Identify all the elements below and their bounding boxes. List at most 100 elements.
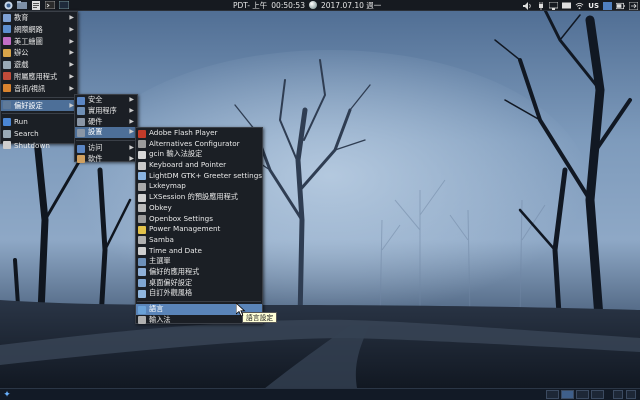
menu-item-clock[interactable]: Time and Date bbox=[136, 246, 262, 257]
menu-item-accessories[interactable]: 附屬應用程式 ▶ bbox=[1, 71, 77, 83]
menu-item-search[interactable]: Search bbox=[1, 128, 77, 140]
power-plug-icon[interactable] bbox=[536, 1, 545, 10]
flash-icon bbox=[138, 129, 146, 138]
menu-item-hardware[interactable]: 硬件 ▶ bbox=[75, 117, 137, 128]
menu-item-gcin[interactable]: gcin 輸入法設定 bbox=[136, 149, 262, 160]
menu-item-power[interactable]: Power Management bbox=[136, 224, 262, 235]
menu-item-label: Alternatives Configurator bbox=[149, 138, 240, 148]
menu-item-software[interactable]: 軟件 ▶ bbox=[75, 154, 137, 165]
graphics-icon bbox=[3, 37, 11, 46]
start-menu-icon[interactable]: ✦ bbox=[2, 390, 12, 400]
menu-item-label: 實用程序 bbox=[88, 105, 117, 115]
preferences-icon bbox=[3, 101, 11, 110]
run-icon bbox=[3, 117, 11, 126]
menu-item-label: 访问 bbox=[88, 143, 103, 153]
menu-item-multimedia[interactable]: 音訊/視訊 ▶ bbox=[1, 83, 77, 95]
internet-icon bbox=[3, 25, 11, 34]
menu-separator bbox=[137, 301, 261, 302]
menu-item-label: Search bbox=[14, 129, 39, 139]
menu-item-flash[interactable]: Adobe Flash Player bbox=[136, 128, 262, 139]
terminal-icon[interactable] bbox=[44, 0, 56, 10]
submenu-arrow-icon: ▶ bbox=[69, 14, 74, 21]
submenu-arrow-icon: ▶ bbox=[129, 154, 134, 162]
keyboard-icon bbox=[138, 161, 146, 170]
menu-item-security[interactable]: 安全 ▶ bbox=[75, 95, 137, 106]
volume-icon[interactable] bbox=[523, 1, 532, 10]
workspace-2[interactable] bbox=[561, 390, 574, 399]
menu-item-label: LightDM GTK+ Greeter settings bbox=[149, 170, 263, 180]
network-icon[interactable] bbox=[549, 1, 559, 10]
battery-icon[interactable] bbox=[616, 2, 625, 10]
clock-period-label: PDT- 上午 bbox=[233, 1, 268, 10]
menu-item-label: Openbox Settings bbox=[149, 213, 213, 223]
submenu-arrow-icon: ▶ bbox=[129, 96, 134, 103]
submenu-arrow-icon: ▶ bbox=[69, 72, 74, 80]
desktop-toggle-icon[interactable] bbox=[58, 0, 70, 10]
menu-item-graphics[interactable]: 美工繪圖 ▶ bbox=[1, 36, 77, 48]
gcin-icon bbox=[138, 150, 146, 159]
menu-item-lightdm[interactable]: LightDM GTK+ Greeter settings bbox=[136, 171, 262, 182]
menu-item-access[interactable]: 访问 ▶ bbox=[75, 143, 137, 154]
system-tray: US bbox=[523, 0, 638, 11]
clock-time: 00:50:53 bbox=[271, 1, 305, 10]
menu-item-alternatives[interactable]: Alternatives Configurator bbox=[136, 139, 262, 150]
menu-separator bbox=[76, 140, 136, 142]
menu-item-preferred-apps[interactable]: 偏好的應用程式 bbox=[136, 267, 262, 278]
preferred-apps-icon bbox=[138, 268, 146, 277]
keyboard-layout-indicator[interactable]: US bbox=[588, 2, 599, 10]
menu-item-education[interactable]: 教育 ▶ bbox=[1, 12, 77, 24]
text-editor-icon[interactable] bbox=[30, 0, 42, 10]
app-icon[interactable] bbox=[603, 1, 612, 10]
submenu-arrow-icon: ▶ bbox=[69, 37, 74, 45]
panel-clock[interactable]: PDT- 上午 00:50:53 2017.07.10 週一 bbox=[233, 0, 385, 11]
menu-item-label: Adobe Flash Player bbox=[149, 128, 218, 137]
logout-icon[interactable] bbox=[629, 1, 638, 10]
menu-item-utilities[interactable]: 實用程序 ▶ bbox=[75, 106, 137, 117]
menu-item-openbox[interactable]: Openbox Settings bbox=[136, 214, 262, 225]
menu-item-label: 語言 bbox=[149, 304, 164, 313]
show-desktop-icon[interactable] bbox=[613, 390, 623, 399]
workspace-1[interactable] bbox=[546, 390, 559, 399]
menu-item-label: 設置 bbox=[88, 127, 103, 137]
menu-item-preferences[interactable]: 偏好設定 ▶ bbox=[1, 99, 77, 112]
mouse-cursor-icon bbox=[236, 303, 246, 317]
menu-item-label: LXSession 的預設應用程式 bbox=[149, 192, 238, 202]
menu-item-games[interactable]: 遊戲 ▶ bbox=[1, 59, 77, 71]
preferences-submenu: 安全 ▶ 實用程序 ▶ 硬件 ▶ 設置 ▶ 访问 ▶ 軟件 ▶ bbox=[74, 94, 138, 165]
file-manager-icon[interactable] bbox=[16, 0, 28, 10]
lxsession-icon bbox=[138, 193, 146, 202]
wifi-icon[interactable] bbox=[575, 2, 584, 10]
menu-item-keyboard[interactable]: Keyboard and Pointer bbox=[136, 160, 262, 171]
menu-item-appearance[interactable]: 自訂外觀風格 bbox=[136, 288, 262, 299]
menu-item-lxsession[interactable]: LXSession 的預設應用程式 bbox=[136, 192, 262, 203]
menu-separator bbox=[2, 96, 76, 98]
workspace-4[interactable] bbox=[591, 390, 604, 399]
menu-item-label: 桌面偏好設定 bbox=[149, 277, 193, 287]
menu-item-desktop-prefs[interactable]: 桌面偏好設定 bbox=[136, 278, 262, 289]
bottom-panel: ✦ bbox=[0, 388, 640, 400]
desktop-wallpaper bbox=[0, 0, 640, 400]
main-menu: 教育 ▶ 網際網路 ▶ 美工繪圖 ▶ 辦公 ▶ 遊戲 ▶ 附屬應用程式 ▶ 音訊/視訊 ▶ 偏好設定 ▶ Run… bbox=[0, 11, 78, 150]
workspace-3[interactable] bbox=[576, 390, 589, 399]
clock-date: 2017.07.10 週一 bbox=[320, 1, 382, 10]
menu-item-label: 硬件 bbox=[88, 116, 103, 126]
menu-item-office[interactable]: 辦公 ▶ bbox=[1, 47, 77, 59]
settings-icon bbox=[77, 128, 85, 137]
utilities-icon bbox=[77, 107, 85, 116]
menu-item-label: 自訂外觀風格 bbox=[149, 288, 193, 298]
menu-item-settings[interactable]: 設置 ▶ bbox=[75, 127, 137, 139]
menu-item-internet[interactable]: 網際網路 ▶ bbox=[1, 24, 77, 36]
menu-item-shutdown[interactable]: Shutdown bbox=[1, 140, 77, 152]
menu-item-lxkeymap[interactable]: Lxkeymap bbox=[136, 181, 262, 192]
submenu-arrow-icon: ▶ bbox=[69, 25, 74, 33]
menu-item-samba[interactable]: Samba bbox=[136, 235, 262, 246]
window-list-icon[interactable] bbox=[626, 390, 636, 399]
submenu-arrow-icon: ▶ bbox=[129, 144, 134, 152]
menu-item-run[interactable]: Run bbox=[1, 116, 77, 128]
menu-item-obkey[interactable]: Obkey bbox=[136, 203, 262, 214]
debian-menu-icon[interactable] bbox=[2, 0, 14, 10]
screen-icon[interactable] bbox=[562, 2, 572, 10]
menu-item-main-menu[interactable]: 主選單 bbox=[136, 256, 262, 267]
menu-item-label: Samba bbox=[149, 234, 174, 244]
search-icon bbox=[3, 129, 11, 138]
